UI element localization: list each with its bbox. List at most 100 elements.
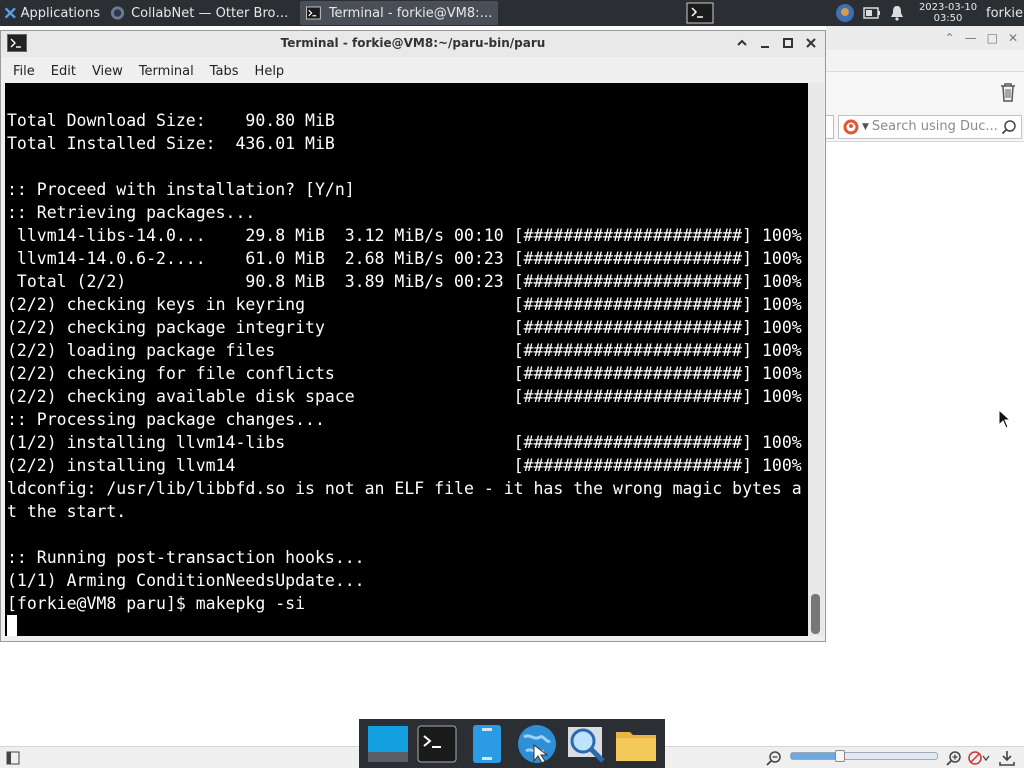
terminal-line: (2/2) checking keys in keyring [########… [7,295,802,314]
taskbar-item-browser[interactable]: CollabNet — Otter Browser [104,1,300,25]
terminal-window: Terminal - forkie@VM8:~/paru-bin/paru Fi… [0,30,826,642]
terminal-title: Terminal - forkie@VM8:~/paru-bin/paru [280,36,546,50]
terminal-line: (2/2) checking available disk space [###… [7,387,802,406]
terminal-line: t the start. [7,502,127,521]
dock-search[interactable] [565,724,607,764]
xfce-logo-icon [4,7,16,19]
terminal-line: (2/2) installing llvm14 [###############… [7,456,802,475]
terminal-line: Total Installed Size: 436.01 MiB [7,134,335,153]
dock-terminal[interactable] [416,724,458,764]
terminal-lines: Total Download Size: 90.80 MiB Total Inst… [7,109,802,615]
terminal-icon [417,725,457,762]
maximize-button[interactable] [779,34,796,51]
user-name: forkie [986,5,1024,21]
sidebar-toggle-icon[interactable] [6,751,20,765]
taskbar-item-browser-label: CollabNet — Otter Browser [131,5,296,21]
search-placeholder: Search using Duc... [871,119,998,134]
browser-window: ⌃ — □ ✕ ▼ Search using Duc... [826,26,1024,768]
user-menu[interactable]: forkie [986,0,1023,26]
globe-icon [517,724,556,764]
menu-terminal[interactable]: Terminal [131,64,202,79]
taskbar-item-terminal[interactable]: Terminal - forkie@VM8:~/... [300,1,498,25]
terminal-line: (1/2) installing llvm14-libs [##########… [7,433,802,452]
terminal-line: :: Processing package changes... [7,410,325,429]
terminal-line: (1/1) Arming ConditionNeedsUpdate... [7,571,365,590]
terminal-line: llvm14-libs-14.0... 29.8 MiB 3.12 MiB/s … [7,226,802,245]
mouse-pointer-icon [998,409,1012,429]
browser-restore-icon[interactable]: □ [987,31,998,45]
minimize-icon [760,45,769,48]
terminal-line: ldconfig: /usr/lib/libbfd.so is not an E… [7,479,802,498]
terminal-line: :: Proceed with installation? [Y/n] [7,180,355,199]
show-terminal-launcher[interactable] [686,0,714,26]
terminal-line: Total (2/2) 90.8 MiB 3.89 MiB/s 00:23 [#… [7,272,802,291]
duckduckgo-icon [843,119,859,134]
dock-show-desktop[interactable] [367,724,409,764]
browser-tabbar [826,50,1024,72]
close-button[interactable] [802,34,819,51]
menu-view[interactable]: View [84,64,131,79]
otter-browser-icon [110,6,125,20]
notifications-bell-icon[interactable] [889,5,905,21]
terminal-icon [306,6,321,20]
privacy-shield-icon[interactable] [968,750,990,766]
minimize-button[interactable] [756,34,773,51]
taskbar-item-terminal-label: Terminal - forkie@VM8:~/... [328,5,494,21]
terminal-scrollbar[interactable] [808,83,824,636]
clock[interactable]: 2023-03-10 03:50 [916,0,980,26]
dock-file-manager-blue[interactable] [466,724,508,764]
show-desktop-icon [367,725,408,762]
applications-menu-label: Applications [20,5,100,21]
browser-maximize-icon[interactable]: ⌃ [945,31,955,45]
terminal-cursor [7,615,17,636]
terminal-line: llvm14-14.0.6-2.... 61.0 MiB 2.68 MiB/s … [7,249,802,268]
terminal-line: (2/2) checking package integrity [######… [7,318,802,337]
zoom-slider-handle[interactable] [835,750,845,762]
window-shade-button[interactable] [733,34,750,51]
dock-web-browser[interactable] [516,724,558,764]
battery-icon[interactable] [863,6,881,20]
terminal-line: Total Download Size: 90.80 MiB [7,111,335,130]
updates-icon[interactable] [835,3,855,23]
terminal-line: (2/2) checking for file conflicts [#####… [7,364,802,383]
dock [359,719,665,768]
applications-menu-button[interactable]: Applications [0,0,104,26]
dock-folder[interactable] [615,724,657,764]
zoom-out-icon[interactable] [766,750,782,766]
chevron-up-icon [736,39,747,46]
file-manager-icon [473,724,502,763]
menu-file[interactable]: File [5,64,43,79]
menu-edit[interactable]: Edit [43,64,84,79]
address-field[interactable] [826,114,834,139]
menu-tabs[interactable]: Tabs [202,64,247,79]
browser-minimize-icon[interactable]: — [965,31,977,45]
clock-time: 03:50 [933,13,963,24]
zoom-slider-fill [791,753,841,759]
top-panel: Applications CollabNet — Otter Browser T… [0,0,1024,26]
browser-titlebar: ⌃ — □ ✕ [826,26,1024,50]
terminal-line: [forkie@VM8 paru]$ makepkg -si [7,594,306,613]
downloads-icon[interactable] [998,749,1016,767]
zoom-in-icon[interactable] [946,750,962,766]
terminal-scrollbar-thumb[interactable] [811,594,820,634]
maximize-icon [782,37,793,48]
terminal-line: :: Retrieving packages... [7,203,256,222]
terminal-line: (2/2) loading package files [###########… [7,341,802,360]
menu-help[interactable]: Help [247,64,293,79]
browser-address-row: ▼ Search using Duc... [826,112,1024,142]
system-tray [835,0,905,26]
zoom-slider[interactable] [790,750,938,762]
search-field[interactable]: ▼ Search using Duc... [838,114,1022,139]
close-icon [805,37,816,48]
terminal-launcher-icon [686,2,714,24]
terminal-titlebar[interactable]: Terminal - forkie@VM8:~/paru-bin/paru [1,31,825,57]
browser-toolbar [826,72,1024,112]
terminal-output[interactable]: Total Download Size: 90.80 MiB Total Inst… [5,83,808,636]
search-engine-dropdown-icon[interactable]: ▼ [862,122,869,132]
search-icon[interactable] [1001,119,1017,135]
trash-icon[interactable] [998,81,1018,103]
browser-close-icon[interactable]: ✕ [1008,31,1018,45]
magnifier-icon [568,726,606,763]
